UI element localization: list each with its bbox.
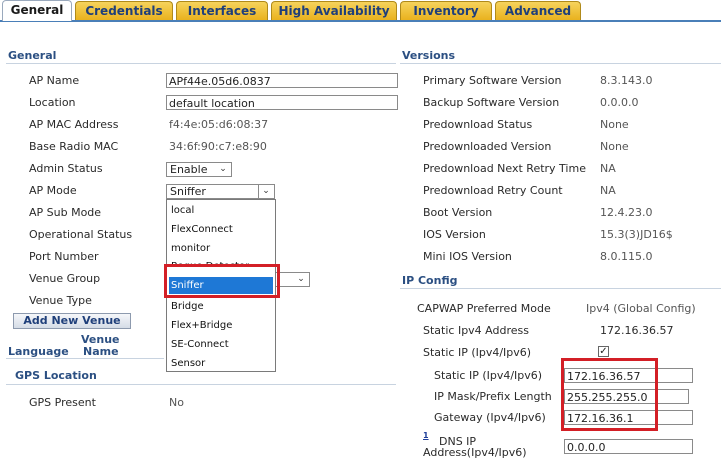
gps-location-heading: GPS Location xyxy=(15,369,97,382)
gps-divider xyxy=(6,384,396,385)
tab-credentials[interactable]: Credentials xyxy=(75,1,173,20)
predownloaded-version-value: None xyxy=(600,140,629,153)
admin-status-value: Enable xyxy=(170,163,208,176)
predownload-retry-count-label: Predownload Retry Count xyxy=(423,184,563,197)
ap-mode-option-flex-bridge[interactable]: Flex+Bridge xyxy=(171,320,232,331)
static-ip-toggle-label: Static IP (Ipv4/Ipv6) xyxy=(423,346,532,359)
ap-mode-option-monitor[interactable]: monitor xyxy=(171,243,210,254)
ios-version-value: 15.3(3)JD16$ xyxy=(600,228,673,241)
ap-mode-select[interactable]: Sniffer ⌄ xyxy=(166,184,275,199)
language-header: Language xyxy=(8,345,69,358)
boot-version-label: Boot Version xyxy=(423,206,493,219)
static-ip-checkbox[interactable]: ✓ xyxy=(598,346,609,357)
chevron-down-icon: ⌄ xyxy=(258,185,273,198)
base-radio-mac-label: Base Radio MAC xyxy=(29,140,119,153)
admin-status-label: Admin Status xyxy=(29,162,103,175)
ip-mask-label: IP Mask/Prefix Length xyxy=(434,390,552,403)
ap-sub-mode-label: AP Sub Mode xyxy=(29,206,102,219)
ap-mode-option-sensor[interactable]: Sensor xyxy=(171,358,205,369)
ap-name-label: AP Name xyxy=(29,74,80,87)
boot-version-value: 12.4.23.0 xyxy=(600,206,653,219)
venue-type-label: Venue Type xyxy=(29,294,92,307)
port-number-label: Port Number xyxy=(29,250,99,263)
dns-ip-input[interactable]: 0.0.0.0 xyxy=(564,439,693,454)
predownloaded-version-label: Predownloaded Version xyxy=(423,140,552,153)
gps-present-label: GPS Present xyxy=(29,396,96,409)
predownload-next-retry-value: NA xyxy=(600,162,616,175)
tab-interfaces[interactable]: Interfaces xyxy=(176,1,268,20)
location-input[interactable]: default location xyxy=(166,95,398,110)
mini-ios-version-value: 8.0.115.0 xyxy=(600,250,653,263)
predownload-retry-count-value: NA xyxy=(600,184,616,197)
ap-mac-label: AP MAC Address xyxy=(29,118,119,131)
versions-heading: Versions xyxy=(402,49,456,62)
operational-status-label: Operational Status xyxy=(29,228,133,241)
ap-mode-option-local[interactable]: local xyxy=(171,205,194,216)
versions-divider xyxy=(400,63,721,64)
admin-status-select[interactable]: Enable ⌄ xyxy=(166,162,232,177)
static-ipv4-address-label: Static Ipv4 Address xyxy=(423,324,529,337)
primary-software-version-label: Primary Software Version xyxy=(423,74,562,87)
tab-advanced[interactable]: Advanced xyxy=(495,1,581,20)
primary-software-version-value: 8.3.143.0 xyxy=(600,74,653,87)
capwap-mode-label: CAPWAP Preferred Mode xyxy=(417,302,551,315)
dns-ip-label-line2: Address(Ipv4/Ipv6) xyxy=(423,446,527,459)
chevron-down-icon: ⌄ xyxy=(219,164,227,174)
mini-ios-version-label: Mini IOS Version xyxy=(423,250,512,263)
venue-group-label: Venue Group xyxy=(29,272,101,285)
gateway-label: Gateway (Ipv4/Ipv6) xyxy=(434,411,546,424)
ip-config-heading: IP Config xyxy=(402,274,458,287)
static-ip-highlight-box xyxy=(561,358,658,431)
ap-mode-value: Sniffer xyxy=(170,185,206,198)
tab-bar: General Credentials Interfaces High Avai… xyxy=(0,0,721,22)
location-label: Location xyxy=(29,96,76,109)
chevron-down-icon: ⌄ xyxy=(297,274,305,284)
predownload-status-label: Predownload Status xyxy=(423,118,533,131)
ap-mode-option-flexconnect[interactable]: FlexConnect xyxy=(171,224,233,235)
ios-version-label: IOS Version xyxy=(423,228,486,241)
ap-name-input[interactable]: APf44e.05d6.0837 xyxy=(166,73,398,88)
predownload-status-value: None xyxy=(600,118,629,131)
base-radio-mac-value: 34:6f:90:c7:e8:90 xyxy=(169,140,267,153)
backup-software-version-value: 0.0.0.0 xyxy=(600,96,639,109)
general-heading: General xyxy=(8,49,57,62)
static-ipv4-address-value: 172.16.36.57 xyxy=(600,324,674,337)
ip-config-divider xyxy=(400,288,721,289)
dns-footnote-link[interactable]: 1 xyxy=(423,431,429,440)
sniffer-highlight-box xyxy=(164,264,280,298)
ap-mode-label: AP Mode xyxy=(29,184,77,197)
general-divider xyxy=(6,63,396,64)
add-new-venue-button[interactable]: Add New Venue xyxy=(13,313,131,329)
predownload-next-retry-label: Predownload Next Retry Time xyxy=(423,162,586,175)
static-ip-label: Static IP (Ipv4/Ipv6) xyxy=(434,369,543,382)
tab-inventory[interactable]: Inventory xyxy=(400,1,492,20)
tab-general[interactable]: General xyxy=(2,0,72,21)
tab-high-availability[interactable]: High Availability xyxy=(271,1,397,20)
backup-software-version-label: Backup Software Version xyxy=(423,96,560,109)
venue-table-divider xyxy=(6,358,164,359)
capwap-mode-value: Ipv4 (Global Config) xyxy=(586,302,696,315)
ap-mode-option-se-connect[interactable]: SE-Connect xyxy=(171,339,229,350)
venue-name-header-line2: Name xyxy=(83,345,119,358)
ap-mode-option-bridge[interactable]: Bridge xyxy=(171,301,204,312)
gps-present-value: No xyxy=(169,396,184,409)
ap-mac-value: f4:4e:05:d6:08:37 xyxy=(169,118,269,131)
